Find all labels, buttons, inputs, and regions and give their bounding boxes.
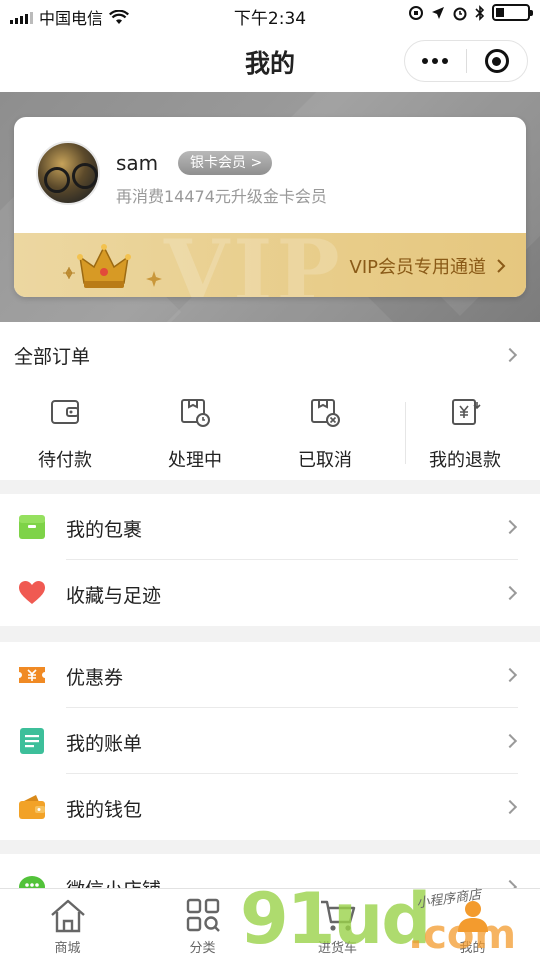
order-pending-payment[interactable]: 待付款 xyxy=(0,396,130,476)
all-orders-chevron-icon[interactable] xyxy=(502,347,518,363)
list-item-label: 收藏与足迹 xyxy=(66,585,162,607)
order-pending-label: 待付款 xyxy=(38,450,92,471)
coupon-icon xyxy=(19,667,45,683)
order-cancelled-label: 已取消 xyxy=(298,450,352,471)
list-section-packages: 我的包裹 收藏与足迹 xyxy=(0,494,540,626)
tab-mall[interactable]: 商城 xyxy=(0,889,135,960)
chevron-right-icon xyxy=(502,799,518,815)
more-options-icon[interactable] xyxy=(405,41,466,81)
tab-label: 商城 xyxy=(54,941,81,956)
rotation-lock-icon xyxy=(409,5,423,20)
order-refund-label: 我的退款 xyxy=(429,450,501,471)
nav-bar: 我的 xyxy=(0,30,540,92)
cancelled-icon xyxy=(311,399,340,427)
orders-section: 全部订单 待付款 处理中 已取消 我的退款 xyxy=(0,322,540,480)
list-item-favorites[interactable]: 收藏与足迹 xyxy=(0,560,540,626)
close-mini-program-icon[interactable] xyxy=(466,41,527,81)
crown-icon xyxy=(63,244,162,288)
member-card: sam 银卡会员 > 再消费14474元升级金卡会员 VIP VIP会员专用通道 xyxy=(14,117,526,297)
avatar[interactable] xyxy=(36,141,100,205)
wallet-color-icon xyxy=(19,795,45,819)
list-item-my-packages[interactable]: 我的包裹 xyxy=(0,494,540,560)
list-item-bills[interactable]: 我的账单 xyxy=(0,708,540,774)
list-item-label: 优惠券 xyxy=(66,667,124,689)
wallet-icon xyxy=(51,400,79,424)
vip-channel-bar[interactable]: VIP VIP会员专用通道 xyxy=(14,221,526,297)
chevron-right-icon xyxy=(502,519,518,535)
order-processing[interactable]: 处理中 xyxy=(130,396,260,476)
mini-program-capsule xyxy=(404,40,528,82)
order-processing-label: 处理中 xyxy=(168,450,222,471)
home-icon xyxy=(50,899,85,933)
status-right xyxy=(408,4,533,21)
upgrade-hint: 再消费14474元升级金卡会员 xyxy=(116,187,327,206)
order-cancelled[interactable]: 已取消 xyxy=(260,396,390,476)
chevron-right-icon xyxy=(502,733,518,749)
list-section-finance: 优惠券 我的账单 我的钱包 xyxy=(0,642,540,840)
category-icon xyxy=(186,898,220,932)
order-refund[interactable]: 我的退款 xyxy=(400,396,530,476)
watermark-domain: .com xyxy=(408,912,517,958)
list-item-coupons[interactable]: 优惠券 xyxy=(0,642,540,708)
vip-watermark: VIP xyxy=(164,221,344,297)
watermark-brand: 91ud xyxy=(240,878,431,960)
alarm-icon xyxy=(453,7,467,20)
status-bar: 中国电信 下午2:34 xyxy=(0,0,540,30)
processing-icon xyxy=(181,399,210,427)
username: sam xyxy=(116,151,159,175)
chevron-right-icon xyxy=(502,667,518,683)
vip-channel-link[interactable]: VIP会员专用通道 xyxy=(350,253,506,279)
bluetooth-icon xyxy=(475,4,485,21)
bill-icon xyxy=(20,728,44,754)
list-item-label: 我的账单 xyxy=(66,733,143,755)
chevron-right-icon xyxy=(497,259,506,273)
heart-icon xyxy=(19,581,45,604)
list-item-wallet[interactable]: 我的钱包 xyxy=(0,774,540,840)
refund-icon xyxy=(452,399,481,425)
member-level-badge[interactable]: 银卡会员 > xyxy=(178,151,273,175)
list-item-label: 我的包裹 xyxy=(66,519,143,541)
vip-channel-label: VIP会员专用通道 xyxy=(349,257,486,278)
chevron-right-icon xyxy=(502,585,518,601)
location-icon xyxy=(432,6,444,19)
all-orders-label[interactable]: 全部订单 xyxy=(14,342,90,369)
battery-icon xyxy=(492,4,533,21)
package-icon xyxy=(19,515,45,539)
list-item-label: 我的钱包 xyxy=(66,799,143,821)
